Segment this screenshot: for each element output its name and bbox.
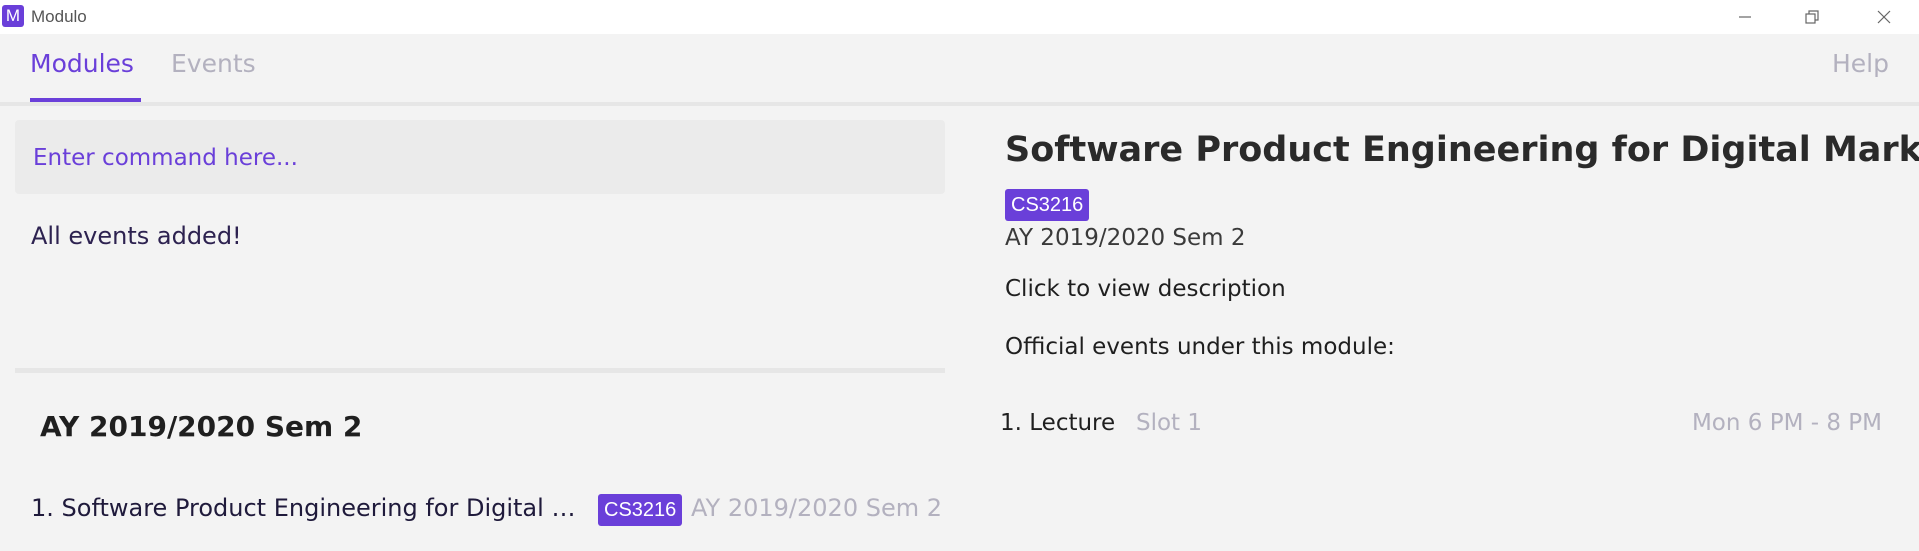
restore-icon xyxy=(1805,10,1819,24)
module-detail-title: Software Product Engineering for Digital… xyxy=(1005,130,1919,170)
command-box xyxy=(15,120,945,196)
event-slot: Slot 1 xyxy=(1136,410,1203,436)
event-row[interactable]: 1. Lecture Slot 1 Mon 6 PM - 8 PM xyxy=(1000,410,1882,444)
module-list-item-semester: AY 2019/2020 Sem 2 xyxy=(691,494,942,522)
help-button[interactable]: Help xyxy=(1832,49,1889,78)
active-tab-indicator xyxy=(30,98,141,102)
view-description-link[interactable]: Click to view description xyxy=(1005,276,1286,302)
panel-divider[interactable] xyxy=(15,368,945,373)
module-list-item-title: 1. Software Product Engineering for Digi… xyxy=(31,494,581,522)
title-bar: M Modulo xyxy=(0,0,1919,34)
close-button[interactable] xyxy=(1851,0,1917,34)
restore-button[interactable] xyxy=(1779,0,1845,34)
semester-heading: AY 2019/2020 Sem 2 xyxy=(40,410,363,443)
official-events-heading: Official events under this module: xyxy=(1005,334,1395,360)
window-title: Modulo xyxy=(31,7,87,26)
module-code-badge: CS3216 xyxy=(598,494,683,526)
module-list-item[interactable]: 1. Software Product Engineering for Digi… xyxy=(31,494,946,530)
app-logo-icon: M xyxy=(2,5,24,27)
minimize-icon xyxy=(1739,16,1751,18)
event-time: Mon 6 PM - 8 PM xyxy=(1691,410,1882,436)
module-detail-code-badge: CS3216 xyxy=(1005,189,1090,221)
event-name: 1. Lecture xyxy=(1000,410,1116,436)
minimize-button[interactable] xyxy=(1712,0,1778,34)
close-icon xyxy=(1877,10,1891,24)
tab-bar: Modules Events Help xyxy=(0,34,1919,106)
result-message: All events added! xyxy=(31,222,242,250)
module-detail-semester: AY 2019/2020 Sem 2 xyxy=(1005,225,1246,251)
tab-modules[interactable]: Modules xyxy=(30,49,134,78)
tab-events[interactable]: Events xyxy=(171,49,256,78)
command-input[interactable] xyxy=(31,120,935,196)
